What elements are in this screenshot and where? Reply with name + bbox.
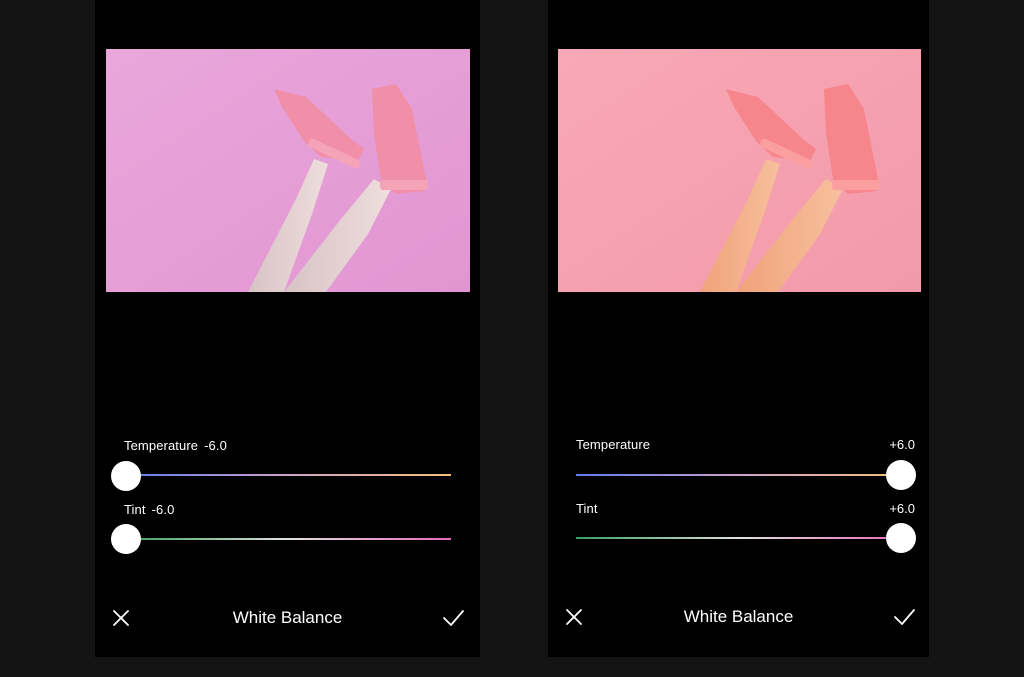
tint-slider-track[interactable] [125, 538, 451, 540]
temperature-value: -6.0 [204, 438, 227, 453]
tint-value: +6.0 [889, 501, 915, 516]
white-balance-panel-right: Temperature +6.0 Tint +6.0 White Balance [548, 0, 929, 657]
tint-label: Tint -6.0 [124, 502, 175, 517]
tint-slider-knob[interactable] [886, 523, 916, 553]
temperature-label: Temperature [576, 437, 651, 452]
temperature-value: +6.0 [889, 437, 915, 452]
tint-slider-track[interactable] [576, 537, 906, 539]
tint-value: -6.0 [151, 502, 175, 517]
temperature-slider-track[interactable] [125, 474, 451, 476]
temperature-slider-knob[interactable] [886, 460, 916, 490]
white-balance-panel-left: Temperature -6.0 Tint -6.0 White Balance [95, 0, 480, 657]
bottom-toolbar: White Balance [548, 599, 929, 639]
tint-label: Tint [576, 501, 598, 516]
bottom-toolbar: White Balance [95, 600, 480, 640]
temperature-label: Temperature -6.0 [124, 438, 227, 453]
tint-slider-knob[interactable] [111, 524, 141, 554]
temperature-slider-knob[interactable] [111, 461, 141, 491]
temperature-slider-track[interactable] [576, 474, 906, 476]
preview-photo [106, 49, 470, 292]
panel-title: White Balance [683, 607, 794, 626]
preview-photo [558, 49, 921, 292]
check-icon[interactable] [441, 606, 465, 630]
check-icon[interactable] [892, 605, 916, 629]
panel-title: White Balance [232, 608, 343, 627]
